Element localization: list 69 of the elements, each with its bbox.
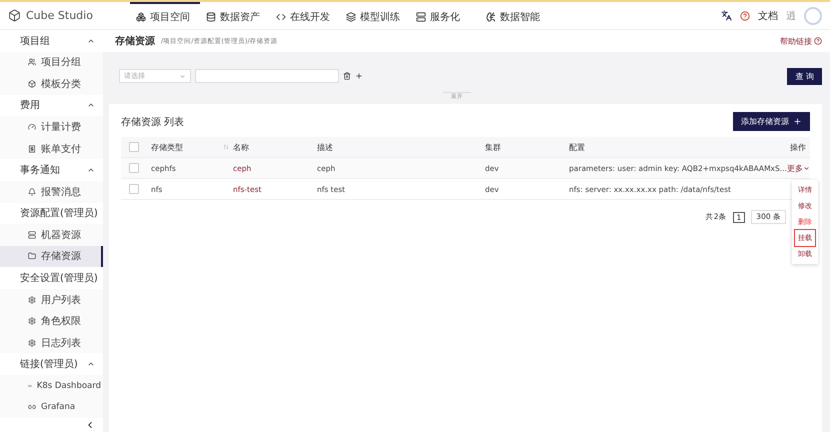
language-icon[interactable] — [721, 10, 732, 21]
column-header: 操作 — [789, 142, 807, 152]
add-button[interactable]: 添加存储资源 — [733, 112, 810, 131]
gear-icon — [28, 338, 36, 347]
help-link[interactable]: 帮助链接 — [780, 36, 822, 46]
app-name: Cube Studio — [26, 9, 94, 22]
sidebar-item[interactable]: 项目分组 — [0, 52, 103, 74]
sidebar-item[interactable]: 模板分类 — [0, 73, 103, 95]
chevron-down-icon — [179, 72, 186, 80]
chevron-down-icon — [802, 164, 810, 172]
column-header: 名称 — [233, 142, 250, 152]
checkbox[interactable] — [129, 184, 139, 194]
gauge-icon — [28, 123, 36, 132]
table-title: 存储资源 列表 — [121, 116, 184, 128]
delete-icon[interactable] — [343, 72, 351, 80]
sidebar-group[interactable]: 链接(管理员) — [0, 353, 103, 375]
more-link[interactable]: 更多 — [786, 162, 817, 174]
sidebar-group[interactable]: 资源配置(管理员) — [0, 202, 103, 224]
receipt-icon — [28, 144, 36, 153]
query-button[interactable]: 查 询 — [787, 68, 822, 84]
plus-icon — [793, 117, 802, 126]
nav-tab[interactable]: 服务化 — [410, 2, 480, 29]
docs-link[interactable]: 文档 — [758, 8, 778, 22]
link-icon — [28, 403, 36, 412]
cube-icon — [28, 80, 36, 88]
people-icon — [28, 58, 36, 66]
nav-tab[interactable]: 模型训练 — [340, 2, 410, 29]
sidebar-item[interactable]: 计量计费 — [0, 116, 103, 138]
server-icon — [28, 230, 36, 239]
plus-icon[interactable] — [355, 72, 363, 80]
sidebar-item[interactable]: 账单支付 — [0, 138, 103, 160]
circle-icon[interactable] — [740, 10, 750, 20]
nav-tab[interactable]: 在线开发 — [270, 2, 340, 29]
brain-icon — [486, 12, 496, 22]
user-name: 逍 — [786, 10, 796, 22]
gear-icon — [28, 296, 36, 304]
layers-icon — [346, 12, 356, 22]
nav-tab[interactable]: 数据资产 — [200, 2, 270, 29]
input-field[interactable] — [195, 69, 339, 83]
sidebar-item[interactable]: 日志列表 — [0, 332, 103, 354]
cubes-icon — [136, 12, 146, 22]
bell-icon — [28, 188, 36, 196]
help-icon — [814, 37, 822, 45]
sidebar-item[interactable]: 用户列表 — [0, 288, 103, 310]
checkbox[interactable] — [129, 163, 139, 173]
cube-logo-icon — [8, 9, 21, 22]
code-icon — [276, 12, 286, 22]
sort-icon — [223, 144, 229, 150]
sidebar-group[interactable]: 事务通知 — [0, 159, 103, 181]
database-icon — [206, 12, 216, 22]
sidebar-item[interactable]: 存储资源 — [0, 246, 103, 268]
column-header: 描述 — [317, 142, 334, 152]
sidebar-group[interactable]: 安全设置(管理员) — [0, 267, 103, 289]
folder-icon — [28, 252, 36, 260]
column-header[interactable]: 存储类型 — [151, 142, 233, 152]
column-header: 配置 — [569, 142, 586, 152]
sidebar-group[interactable]: 费用 — [0, 94, 103, 116]
sidebar-item[interactable]: 机器资源 — [0, 224, 103, 246]
sidebar-item[interactable]: 报警消息 — [0, 180, 103, 202]
page-title: 存储资源 — [115, 34, 155, 48]
gear-icon — [28, 317, 36, 326]
sidebar-item[interactable]: Grafana — [0, 396, 103, 418]
column-header: 集群 — [485, 142, 502, 152]
nav-tab[interactable]: 数据智能 — [480, 2, 550, 29]
sidebar-item[interactable]: K8s Dashboard — [0, 375, 103, 397]
sidebar-item[interactable]: 角色权限 — [0, 310, 103, 332]
sidebar-group[interactable]: 项目组 — [0, 30, 103, 52]
checkbox[interactable] — [129, 142, 139, 152]
server-icon — [416, 12, 426, 22]
